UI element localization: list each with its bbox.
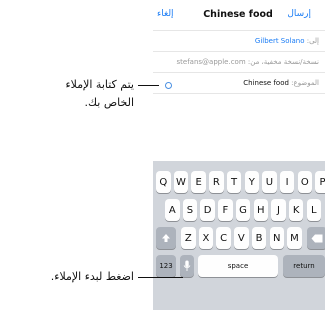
to-recipient[interactable]: Gilbert Solano: [255, 37, 305, 45]
dictation-callout: يتم كتابة الإملاء الخاص بك.: [0, 76, 134, 112]
key-t[interactable]: T: [226, 171, 242, 193]
dictation-callout-line2: الخاص بك.: [84, 96, 134, 109]
key-a[interactable]: A: [165, 199, 180, 221]
keyboard: Q W E R T Y U I O P A S D F G H J K L Z X C V B N M 123 space return: [153, 161, 325, 310]
key-b[interactable]: B: [251, 227, 267, 249]
mail-compose-screen: إرسال Chinese food إلغاء إلى: Gilbert So…: [153, 0, 325, 310]
key-r[interactable]: R: [209, 171, 224, 193]
callout-leader-dictation: [138, 85, 159, 86]
to-field[interactable]: إلى: Gilbert Solano: [153, 30, 325, 52]
key-e[interactable]: E: [191, 171, 206, 193]
key-f[interactable]: F: [218, 199, 233, 221]
key-i[interactable]: I: [279, 171, 295, 193]
subject-field[interactable]: الموضوع: Chinese food: [153, 72, 325, 94]
space-key[interactable]: space: [198, 255, 278, 277]
key-u[interactable]: U: [262, 171, 277, 193]
dictation-callout-line1: يتم كتابة الإملاء: [65, 78, 134, 91]
key-y[interactable]: Y: [244, 171, 259, 193]
compose-title: Chinese food: [203, 9, 273, 20]
key-p[interactable]: P: [315, 171, 325, 193]
key-q[interactable]: Q: [156, 171, 171, 193]
body-divider: [153, 93, 325, 95]
key-l[interactable]: L: [306, 199, 322, 221]
key-v[interactable]: V: [234, 227, 249, 249]
delete-key[interactable]: [307, 227, 325, 249]
key-g[interactable]: G: [235, 199, 251, 221]
to-label: إلى:: [306, 37, 319, 45]
key-d[interactable]: D: [200, 199, 215, 221]
cc-bcc-field[interactable]: نسخة/نسخة مخفية، من: stefans@apple.com: [153, 51, 325, 73]
key-j[interactable]: J: [271, 199, 286, 221]
key-m[interactable]: M: [287, 227, 302, 249]
key-o[interactable]: O: [297, 171, 313, 193]
shift-key[interactable]: [156, 227, 176, 249]
key-n[interactable]: N: [269, 227, 284, 249]
key-z[interactable]: Z: [181, 227, 196, 249]
microphone-icon: [183, 260, 191, 271]
key-c[interactable]: C: [216, 227, 231, 249]
numbers-key[interactable]: 123: [156, 255, 176, 277]
key-w[interactable]: W: [173, 171, 189, 193]
key-s[interactable]: S: [182, 199, 198, 221]
nav-bar: إرسال Chinese food إلغاء: [153, 0, 325, 30]
backspace-icon: [311, 234, 323, 242]
dictation-key[interactable]: [180, 255, 194, 277]
callout-leader-mic: [138, 277, 183, 278]
return-key[interactable]: return: [283, 255, 325, 277]
key-k[interactable]: K: [288, 199, 304, 221]
cc-bcc-from-label: نسخة/نسخة مخفية، من: stefans@apple.com: [176, 58, 319, 66]
shift-icon: [162, 234, 170, 242]
dictation-indicator: [165, 82, 172, 89]
mic-callout: اضغط لبدء الإملاء.: [50, 270, 134, 283]
key-x[interactable]: X: [198, 227, 214, 249]
cancel-button[interactable]: إلغاء: [157, 9, 174, 19]
subject-label: الموضوع:: [291, 79, 319, 87]
subject-value[interactable]: Chinese food: [243, 79, 289, 87]
key-h[interactable]: H: [253, 199, 268, 221]
